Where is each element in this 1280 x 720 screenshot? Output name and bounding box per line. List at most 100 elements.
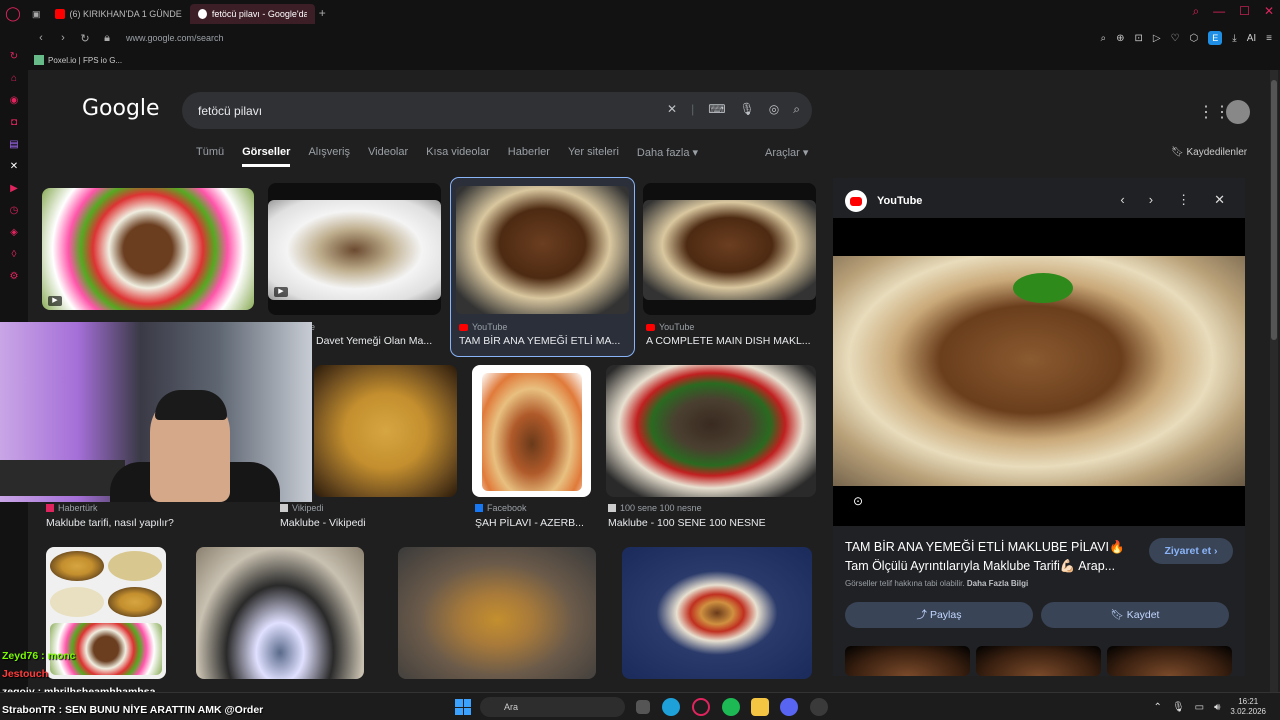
result-caption[interactable]: Maklube - Vikipedi xyxy=(280,517,450,529)
mic-tray-icon[interactable]: 🎙︎ xyxy=(1172,702,1185,713)
play-icon[interactable]: ▷ xyxy=(1153,33,1161,44)
opera-icon[interactable] xyxy=(692,698,710,716)
extensions-icon[interactable]: ⬡ xyxy=(1190,33,1199,44)
opera-logo-icon[interactable]: ◯ xyxy=(0,0,26,26)
result-caption[interactable]: TAM BİR ANA YEMEĞİ ETLİ MA... xyxy=(459,335,627,347)
image-result[interactable] xyxy=(472,365,591,497)
network-icon[interactable]: ▭ xyxy=(1195,702,1204,713)
sidebar-x-icon[interactable]: ✕ xyxy=(7,160,21,174)
download-icon[interactable]: ⤓ xyxy=(1232,33,1236,44)
result-caption[interactable]: Maklube tarifi, nasıl yapılır? xyxy=(46,517,266,529)
tools-button[interactable]: Araçlar ▾ xyxy=(765,146,808,159)
edge-icon[interactable] xyxy=(662,698,680,716)
lens-icon[interactable]: ◎ xyxy=(769,102,779,117)
image-result[interactable] xyxy=(314,365,457,497)
close-window-icon[interactable]: ✕ xyxy=(1264,4,1274,19)
menu-icon[interactable]: ≡ xyxy=(1266,33,1272,44)
sidebar-refresh-icon[interactable]: ↻ xyxy=(7,50,21,64)
page-scrollbar[interactable] xyxy=(1270,70,1278,692)
scrollbar-thumb[interactable] xyxy=(1271,80,1277,340)
filter-news[interactable]: Haberler xyxy=(508,146,550,167)
filter-short-videos[interactable]: Kısa videolar xyxy=(426,146,490,167)
avatar[interactable] xyxy=(1226,100,1250,124)
next-icon[interactable]: › xyxy=(1149,192,1153,208)
clock[interactable]: 16:21 3.02.2026 xyxy=(1230,697,1266,717)
result-caption[interactable]: Maklube - 100 SENE 100 NESNE xyxy=(608,517,808,529)
tray-chevron-icon[interactable]: ⌃ xyxy=(1154,702,1162,713)
image-result[interactable] xyxy=(398,547,596,679)
minimize-icon[interactable]: — xyxy=(1213,4,1225,19)
result-caption[interactable]: Davet Yemeği Olan Ma... xyxy=(316,335,441,347)
sidebar-messenger-icon[interactable]: ◉ xyxy=(7,94,21,108)
filter-more[interactable]: Daha fazla ▾ xyxy=(637,146,698,167)
sidebar-youtube-icon[interactable]: ▶ xyxy=(7,182,21,196)
mic-icon[interactable]: 🎙︎ xyxy=(740,102,755,117)
sidebar-bag-icon[interactable]: ⌂ xyxy=(7,72,21,86)
result-caption[interactable]: ŞAH PİLAVI - AZERB... xyxy=(475,517,593,529)
sidebar-pin-icon[interactable]: ◈ xyxy=(7,226,21,240)
tab-google[interactable]: fetöcü pilavı - Google'da A xyxy=(189,4,315,24)
new-tab-button[interactable]: + xyxy=(319,6,326,20)
search-box[interactable]: fetöcü pilavı ✕ | ⌨ 🎙︎ ◎ ⌕ xyxy=(182,92,812,129)
save-button[interactable]: 🔖︎ Kaydet xyxy=(1041,602,1229,628)
sidebar-twitch-icon[interactable]: ▤ xyxy=(7,138,21,152)
filter-images[interactable]: Görseller xyxy=(242,146,291,167)
maximize-icon[interactable]: ☐ xyxy=(1239,4,1250,19)
tab-workspaces[interactable]: ▣ xyxy=(26,4,47,24)
back-icon[interactable]: ‹ xyxy=(32,32,50,44)
lock-icon[interactable]: 🔒︎ xyxy=(98,32,116,45)
filter-shopping[interactable]: Alışveriş xyxy=(308,146,350,167)
search-input[interactable]: fetöcü pilavı xyxy=(198,104,262,118)
panel-source[interactable]: YouTube xyxy=(877,195,922,207)
sidebar-history-icon[interactable]: ◷ xyxy=(7,204,21,218)
volume-icon[interactable]: 🔊︎ xyxy=(1214,702,1220,713)
more-info-link[interactable]: Daha Fazla Bilgi xyxy=(967,579,1028,588)
task-view-icon[interactable] xyxy=(636,700,650,714)
clear-icon[interactable]: ✕ xyxy=(667,102,677,117)
sidebar-instagram-icon[interactable]: ◘ xyxy=(7,116,21,130)
forward-icon[interactable]: › xyxy=(54,32,72,44)
search-tabs-icon[interactable]: ⌕ xyxy=(1192,4,1199,19)
preview-image[interactable]: ⊙ xyxy=(833,218,1245,526)
filter-all[interactable]: Tümü xyxy=(196,146,224,167)
image-result[interactable]: ▶ xyxy=(42,188,254,310)
filter-videos[interactable]: Videolar xyxy=(368,146,408,167)
tab-youtube[interactable]: (6) KIRIKHAN'DA 1 GÜNDE xyxy=(47,4,190,24)
discord-icon[interactable] xyxy=(780,698,798,716)
image-result[interactable] xyxy=(643,183,816,315)
heart-icon[interactable]: ♡ xyxy=(1171,33,1180,44)
preview-title[interactable]: TAM BİR ANA YEMEĞİ ETLİ MAKLUBE PİLAVI🔥 … xyxy=(845,538,1135,576)
sidebar-settings-icon[interactable]: ⚙ xyxy=(7,270,21,284)
related-image[interactable] xyxy=(845,646,970,676)
extension-e-icon[interactable]: E xyxy=(1208,31,1223,45)
visit-button[interactable]: Ziyaret et › xyxy=(1149,538,1233,564)
previous-icon[interactable]: ‹ xyxy=(1120,192,1124,208)
sidebar-extensions-icon[interactable]: ◊ xyxy=(7,248,21,262)
related-image[interactable] xyxy=(976,646,1101,676)
ai-icon[interactable]: AI xyxy=(1247,33,1256,44)
spotify-icon[interactable] xyxy=(722,698,740,716)
image-result[interactable] xyxy=(606,365,816,497)
filter-places[interactable]: Yer siteleri xyxy=(568,146,619,167)
saved-button[interactable]: 🔖︎ Kaydedilenler xyxy=(1171,147,1247,158)
windows-start-icon[interactable] xyxy=(455,699,471,715)
image-result[interactable] xyxy=(196,547,364,679)
taskbar-search[interactable]: Ara xyxy=(480,697,625,717)
bookmark-poxel[interactable]: Poxel.io | FPS io G... xyxy=(48,56,122,65)
lens-search-icon[interactable]: ⊙ xyxy=(853,494,863,508)
file-explorer-icon[interactable] xyxy=(751,698,769,716)
steam-icon[interactable] xyxy=(810,698,828,716)
image-result[interactable]: ▶ xyxy=(268,183,441,315)
search-icon[interactable]: ⌕ xyxy=(793,102,800,117)
reload-icon[interactable]: ↻ xyxy=(76,32,94,45)
zoom-icon[interactable]: ⌕ xyxy=(1100,33,1106,44)
share-button[interactable]: ⤴ Paylaş xyxy=(845,602,1033,628)
result-caption[interactable]: A COMPLETE MAIN DISH MAKL... xyxy=(646,335,814,347)
more-options-icon[interactable]: ⋮ xyxy=(1177,192,1190,208)
google-logo[interactable]: Google xyxy=(82,96,160,121)
url-field[interactable]: www.google.com/search xyxy=(126,33,224,43)
keyboard-icon[interactable]: ⌨ xyxy=(708,102,725,117)
pin-icon[interactable]: ⊕ xyxy=(1116,33,1124,44)
screenshot-icon[interactable]: ⊡ xyxy=(1134,33,1142,44)
close-panel-icon[interactable]: ✕ xyxy=(1214,192,1225,208)
